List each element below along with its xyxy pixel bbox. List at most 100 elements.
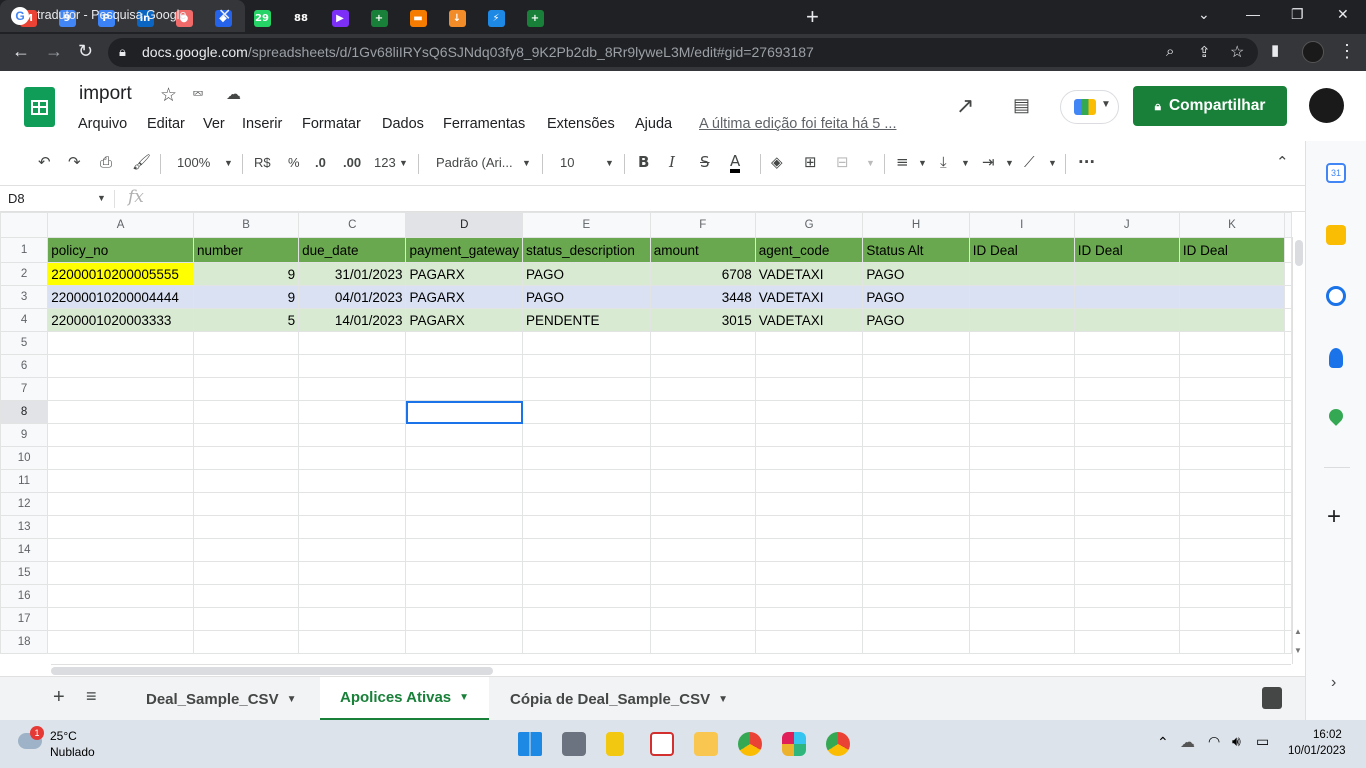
expand-panel-icon[interactable]: › [1331,674,1336,692]
menu-item[interactable]: Ver [203,116,225,132]
calendar-icon[interactable]: 31 [1326,163,1346,183]
empty-cell[interactable] [47,492,194,516]
comments-icon[interactable]: ▤ [1013,95,1030,116]
empty-cell[interactable] [47,538,194,562]
text-color-button[interactable]: A [730,153,741,173]
header-cell[interactable]: Status Alt [862,237,970,263]
empty-cell[interactable] [862,400,970,424]
empty-cell[interactable] [862,354,970,378]
data-cell[interactable] [1073,285,1180,309]
close-tab-icon[interactable]: ✕ [218,5,231,25]
empty-cell[interactable] [754,584,864,608]
empty-cell[interactable] [649,400,756,424]
row-header[interactable]: 5 [0,331,49,355]
empty-cell[interactable] [522,377,651,401]
chevron-down-icon[interactable]: ▼ [224,158,233,168]
empty-cell[interactable] [522,492,651,516]
cloud-status-icon[interactable]: ☁ [226,85,241,103]
activity-trend-icon[interactable]: ↗ [956,93,974,119]
header-cell[interactable]: policy_no [47,237,194,263]
chevron-down-icon[interactable]: ▼ [961,158,970,168]
empty-cell[interactable] [862,561,970,585]
empty-cell[interactable] [649,630,756,654]
spreadsheet-grid[interactable]: A B C D E F G H I J K 1 policy_no number due_date payme… [0,212,1292,664]
selected-cell[interactable] [405,400,524,424]
borders-icon[interactable]: ⊞ [804,153,817,171]
data-cell[interactable]: 9 [192,262,300,286]
empty-cell[interactable] [192,377,300,401]
data-cell[interactable]: 3448 [649,285,756,309]
more-tools-button[interactable]: ··· [1078,153,1095,171]
data-cell[interactable]: 22000010200004444 [47,285,194,309]
data-cell[interactable]: PAGARX [405,262,524,286]
strikethrough-button[interactable]: S [700,153,710,171]
chevron-down-icon[interactable]: ▼ [866,158,875,168]
empty-cell[interactable] [1178,423,1286,447]
data-cell[interactable] [1073,308,1180,332]
empty-cell[interactable] [405,331,524,355]
empty-cell[interactable] [1284,538,1292,562]
align-left-icon[interactable]: ≡ [896,153,909,171]
empty-cell[interactable] [298,400,407,424]
empty-cell[interactable] [754,423,864,447]
empty-cell[interactable] [862,423,970,447]
empty-cell[interactable] [1073,446,1180,470]
profile-avatar[interactable] [1302,41,1324,63]
empty-cell[interactable] [47,584,194,608]
data-cell[interactable]: 22000010200005555 [47,262,194,286]
clock-date[interactable]: 10/01/2023 [1288,745,1346,757]
empty-cell[interactable] [298,492,407,516]
chrome-profile-icon[interactable] [826,732,850,756]
close-window-button[interactable]: ✕ [1337,6,1349,23]
empty-cell[interactable] [1178,538,1286,562]
empty-cell[interactable] [405,354,524,378]
data-cell[interactable]: PAGO [862,285,970,309]
empty-cell[interactable] [298,469,407,493]
empty-cell[interactable] [968,331,1075,355]
empty-cell[interactable] [862,630,970,654]
menu-item[interactable]: Inserir [242,116,282,132]
data-cell[interactable] [1178,308,1286,332]
empty-cell[interactable] [1284,308,1292,332]
empty-cell[interactable] [754,492,864,516]
zoom-select[interactable]: 100% [177,155,210,170]
data-cell[interactable]: 5 [192,308,300,332]
text-rotation-icon[interactable]: ⟋ [1024,153,1035,171]
chrome-icon[interactable] [738,732,762,756]
data-cell[interactable] [968,308,1075,332]
battery-icon[interactable]: ▭ [1256,733,1269,750]
zoom-icon[interactable]: ⌕ [1166,43,1174,60]
empty-cell[interactable] [298,584,407,608]
pinned-tab[interactable]: + [517,4,553,32]
empty-cell[interactable] [1178,331,1286,355]
empty-cell[interactable] [405,630,524,654]
empty-cell[interactable] [405,492,524,516]
empty-cell[interactable] [47,400,194,424]
empty-cell[interactable] [968,377,1075,401]
empty-cell[interactable] [405,515,524,539]
empty-cell[interactable] [192,446,300,470]
chevron-up-icon[interactable]: ⌃ [1157,734,1169,751]
empty-cell[interactable] [968,515,1075,539]
sheet-tab-apolices-ativas[interactable]: Apolices Ativas ▼ [320,677,490,721]
empty-cell[interactable] [1284,285,1292,309]
column-header[interactable]: F [649,212,756,238]
empty-cell[interactable] [1073,492,1180,516]
empty-cell[interactable] [47,630,194,654]
add-sheet-button[interactable]: + [53,686,65,709]
move-folder-icon[interactable]: ⮹ [192,86,204,103]
empty-cell[interactable] [968,354,1075,378]
row-header[interactable]: 4 [0,308,49,332]
data-cell[interactable] [968,262,1075,286]
empty-cell[interactable] [1284,331,1292,355]
empty-cell[interactable] [649,538,756,562]
empty-cell[interactable] [405,561,524,585]
empty-cell[interactable] [968,561,1075,585]
empty-cell[interactable] [47,423,194,447]
windows-start-icon[interactable] [518,732,542,756]
data-cell[interactable] [1073,262,1180,286]
empty-cell[interactable] [522,354,651,378]
row-header[interactable]: 15 [0,561,49,585]
empty-cell[interactable] [862,584,970,608]
row-header[interactable]: 6 [0,354,49,378]
